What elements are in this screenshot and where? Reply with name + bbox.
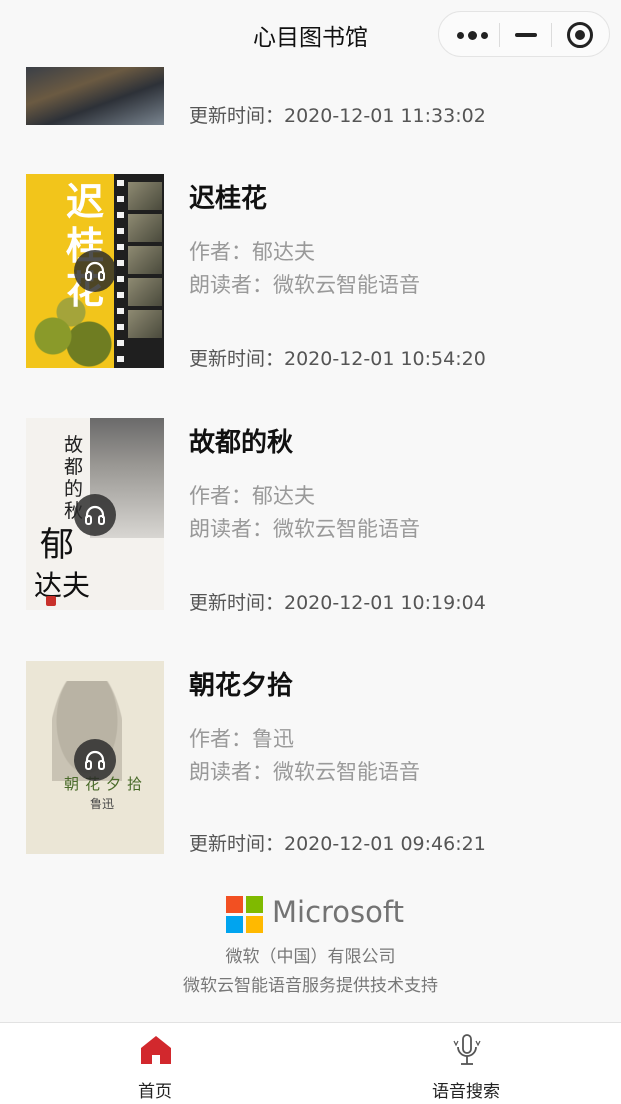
book-narrator: 朗读者：微软云智能语音 <box>189 273 420 297</box>
book-cover: 故都的秋 郁 达夫 <box>26 418 164 610</box>
tech-support-text: 微软云智能语音服务提供技术支持 <box>183 976 438 996</box>
book-narrator: 朗读者：微软云智能语音 <box>189 517 420 541</box>
headphone-icon[interactable] <box>74 494 116 536</box>
cover-filmstrip <box>114 174 164 368</box>
logo-square <box>246 916 263 933</box>
cover-seal <box>46 596 56 606</box>
nav-bar: 心目图书馆 <box>0 0 621 66</box>
book-updated-time: 更新时间：2020-12-01 10:19:04 <box>189 592 486 614</box>
book-author: 作者：郁达夫 <box>189 484 315 508</box>
book-updated-time: 更新时间：2020-12-01 09:46:21 <box>189 833 486 855</box>
book-cover: 朝花夕拾 鲁迅 <box>26 661 164 854</box>
target-circle-icon[interactable] <box>567 22 593 48</box>
tab-bar: 首页 语音搜索 <box>0 1022 621 1104</box>
book-updated-time: 更新时间：2020-12-01 10:54:20 <box>189 348 486 370</box>
book-title[interactable]: 迟桂花 <box>189 178 267 215</box>
headphone-icon[interactable] <box>74 739 116 781</box>
cover-title-text: 迟桂花 <box>66 179 105 312</box>
book-title[interactable]: 故都的秋 <box>189 422 293 459</box>
tab-voice-search-label: 语音搜索 <box>432 1082 500 1102</box>
logo-square <box>226 916 243 933</box>
microphone-icon <box>450 1033 484 1067</box>
book-title[interactable]: 朝花夕拾 <box>189 665 293 702</box>
page: 更新时间：2020-12-01 11:33:02 迟桂花 迟桂花 作者：郁达夫 … <box>0 0 621 1104</box>
book-cover: 迟桂花 <box>26 174 164 368</box>
book-cover <box>26 67 164 125</box>
tab-home-label: 首页 <box>138 1082 172 1102</box>
cover-signature: 鲁迅 <box>90 797 115 811</box>
tab-home[interactable]: 首页 <box>55 1023 255 1104</box>
more-dots-icon[interactable] <box>457 31 488 40</box>
mini-program-capsule <box>438 11 610 57</box>
book-updated-time: 更新时间：2020-12-01 11:33:02 <box>189 105 486 127</box>
logo-square <box>246 896 263 913</box>
minimize-icon[interactable] <box>515 33 537 37</box>
cover-author-text: 郁 <box>40 525 74 565</box>
book-author: 作者：郁达夫 <box>189 240 315 264</box>
headphone-icon[interactable] <box>74 250 116 292</box>
tab-voice-search[interactable]: 语音搜索 <box>366 1023 566 1104</box>
home-icon <box>139 1033 173 1067</box>
book-narrator: 朗读者：微软云智能语音 <box>189 760 420 784</box>
logo-square <box>226 896 243 913</box>
brand-name: Microsoft <box>272 895 404 929</box>
book-author: 作者：鲁迅 <box>189 727 294 751</box>
company-name: 微软（中国）有限公司 <box>225 947 396 967</box>
cover-author-text: 达夫 <box>34 569 91 602</box>
microsoft-logo-icon <box>226 896 263 933</box>
